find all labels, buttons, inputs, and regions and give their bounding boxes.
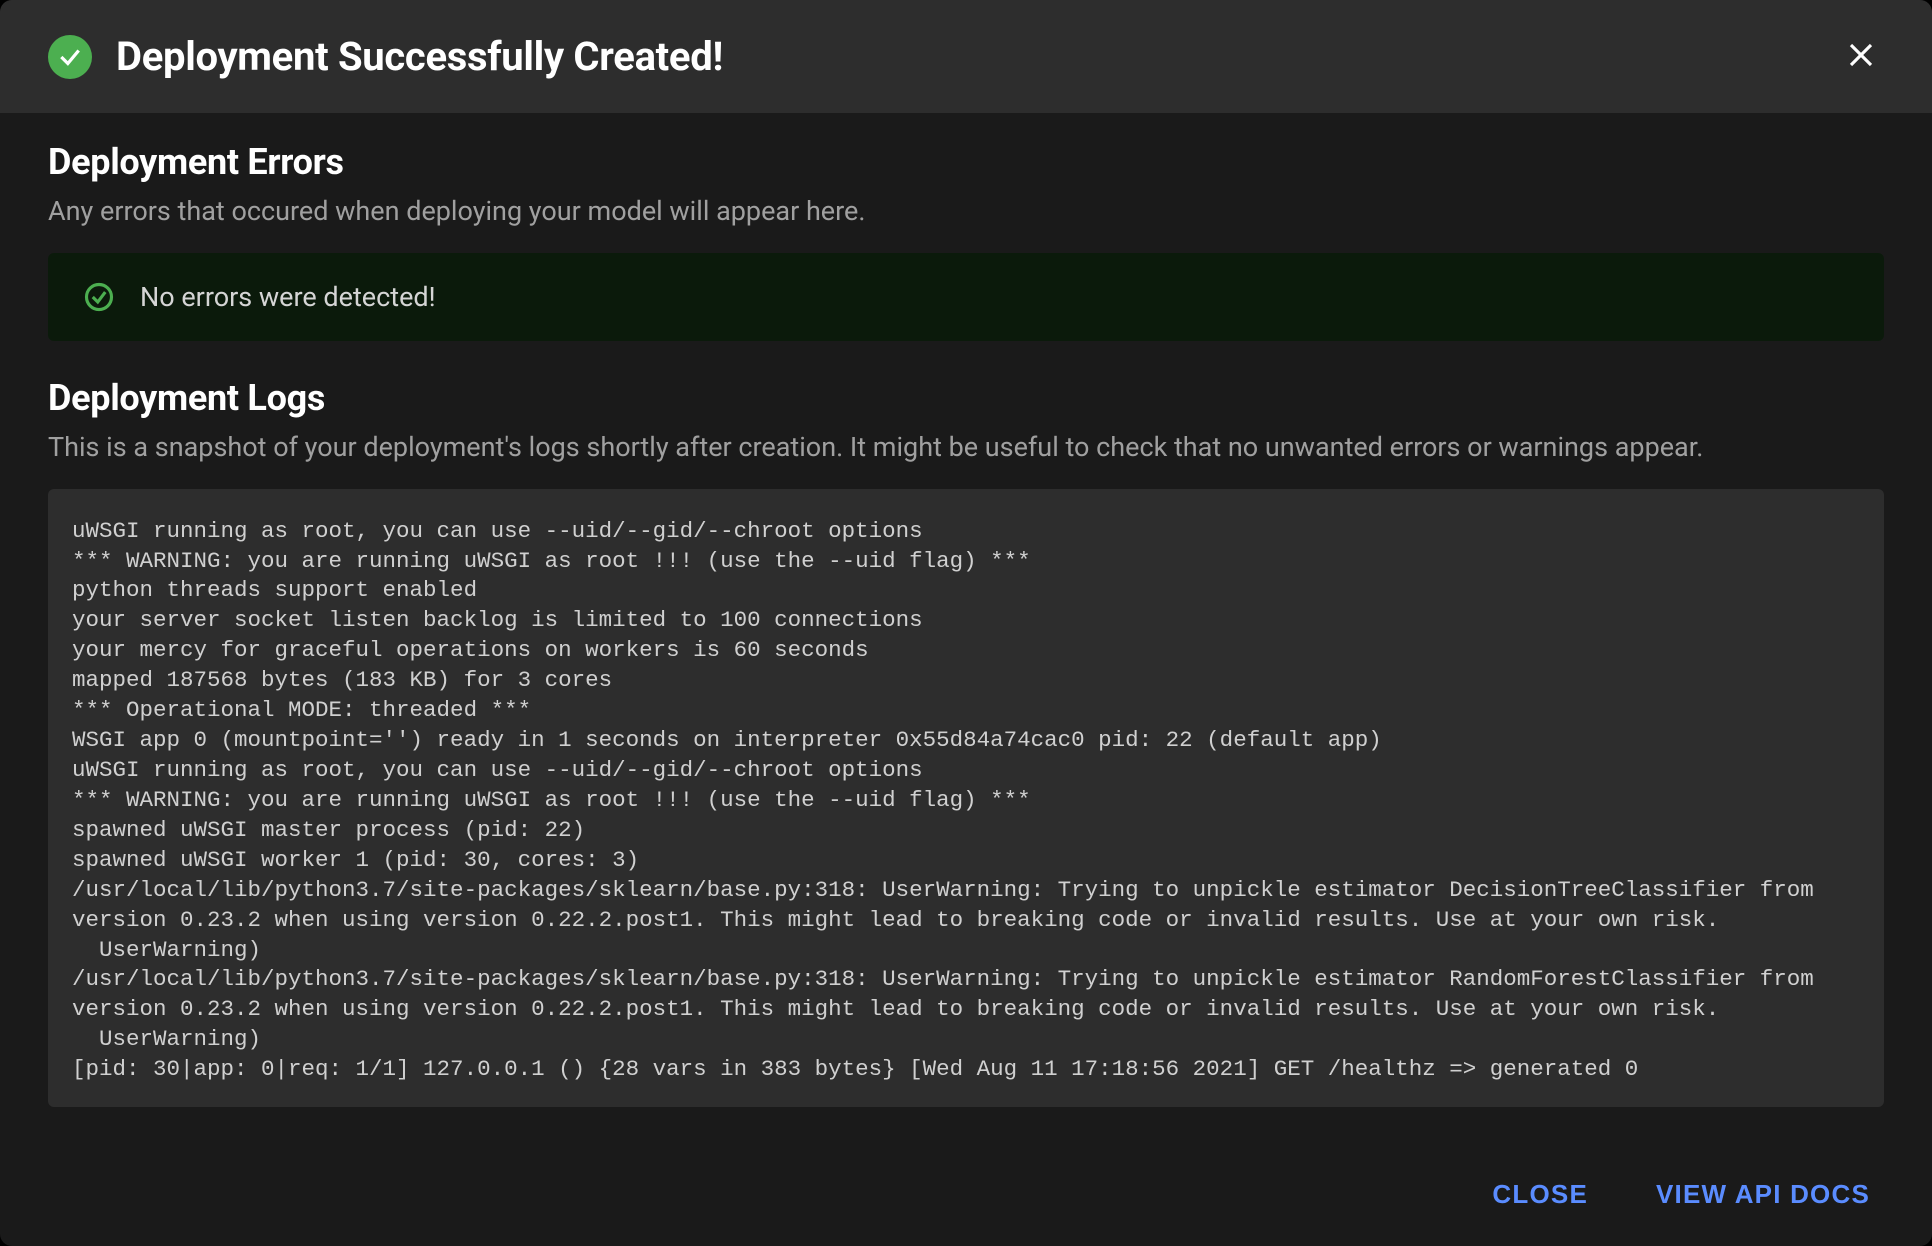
logs-title: Deployment Logs bbox=[48, 377, 1884, 419]
errors-status-box: No errors were detected! bbox=[48, 253, 1884, 341]
logs-section: Deployment Logs This is a snapshot of yo… bbox=[48, 377, 1884, 1107]
errors-section: Deployment Errors Any errors that occure… bbox=[48, 141, 1884, 341]
modal-title: Deployment Successfully Created! bbox=[116, 33, 723, 80]
success-check-icon bbox=[48, 35, 92, 79]
modal-header: Deployment Successfully Created! bbox=[0, 0, 1932, 113]
modal-body: Deployment Errors Any errors that occure… bbox=[0, 113, 1932, 1143]
errors-status-text: No errors were detected! bbox=[140, 281, 436, 313]
errors-desc: Any errors that occured when deploying y… bbox=[48, 193, 1884, 231]
close-footer-button[interactable]: CLOSE bbox=[1478, 1169, 1602, 1220]
errors-title: Deployment Errors bbox=[48, 141, 1884, 183]
check-circle-outline-icon bbox=[84, 282, 114, 312]
view-api-docs-button[interactable]: VIEW API DOCS bbox=[1642, 1169, 1884, 1220]
deployment-success-modal: Deployment Successfully Created! Deploym… bbox=[0, 0, 1932, 1246]
logs-box: uWSGI running as root, you can use --uid… bbox=[48, 489, 1884, 1107]
close-button[interactable] bbox=[1838, 32, 1884, 81]
logs-desc: This is a snapshot of your deployment's … bbox=[48, 429, 1884, 467]
header-left: Deployment Successfully Created! bbox=[48, 33, 723, 80]
modal-footer: CLOSE VIEW API DOCS bbox=[0, 1143, 1932, 1246]
logs-content: uWSGI running as root, you can use --uid… bbox=[72, 517, 1860, 1086]
close-icon bbox=[1846, 40, 1876, 70]
